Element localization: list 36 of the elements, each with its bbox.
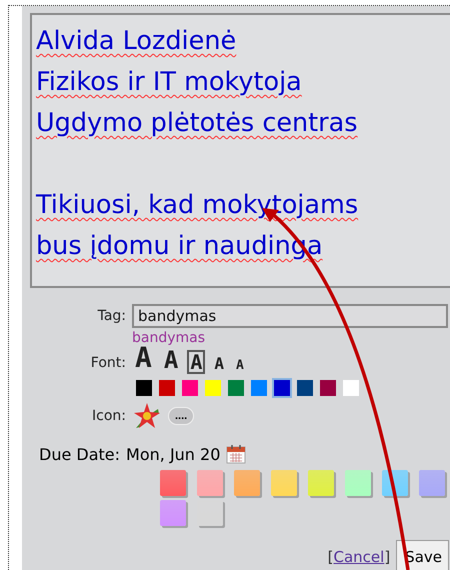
icon-label: Icon: (92, 408, 126, 424)
note-text-line: Tikiuosi, kad mokytojams (36, 189, 358, 222)
font-color-swatch[interactable] (297, 380, 313, 396)
font-label: Font: (90, 355, 126, 371)
font-color-swatch[interactable] (320, 380, 336, 396)
font-color-swatch[interactable] (159, 380, 175, 396)
calendar-icon[interactable] (226, 444, 246, 464)
due-date-value[interactable]: Mon, Jun 20 (126, 444, 220, 464)
note-color-swatch[interactable] (271, 470, 297, 496)
font-color-swatch[interactable] (343, 380, 359, 396)
font-size-option[interactable]: A (211, 354, 227, 374)
tag-label: Tag: (98, 308, 126, 324)
font-size-option[interactable]: A (187, 350, 206, 374)
note-text-line: Fizikos ir IT mokytoja (36, 66, 302, 99)
note-color-swatch[interactable] (419, 470, 445, 496)
flower-icon[interactable] (132, 401, 162, 431)
note-text-line: Alvida Lozdienė (36, 25, 236, 58)
font-color-swatch[interactable] (205, 380, 221, 396)
note-color-swatch[interactable] (345, 470, 371, 496)
font-color-swatch[interactable] (228, 380, 244, 396)
font-color-swatch[interactable] (274, 380, 290, 396)
note-text-line: Ugdymo plėtotės centras (36, 107, 358, 140)
font-size-option[interactable]: A (233, 357, 247, 374)
note-color-swatch[interactable] (197, 470, 223, 496)
note-color-swatch[interactable] (160, 500, 186, 526)
cancel-link[interactable]: [Cancel] (328, 548, 390, 566)
font-size-option[interactable]: A (160, 346, 182, 374)
font-color-swatch[interactable] (182, 380, 198, 396)
font-color-swatch[interactable] (136, 380, 152, 396)
note-color-swatch[interactable] (160, 470, 186, 496)
due-date-label: Due Date: (39, 444, 120, 464)
note-color-swatch[interactable] (234, 470, 260, 496)
tag-input[interactable]: bandymas (132, 304, 448, 328)
more-icons-button[interactable]: .... (168, 407, 194, 425)
font-color-swatch[interactable] (251, 380, 267, 396)
note-color-swatch[interactable] (308, 470, 334, 496)
